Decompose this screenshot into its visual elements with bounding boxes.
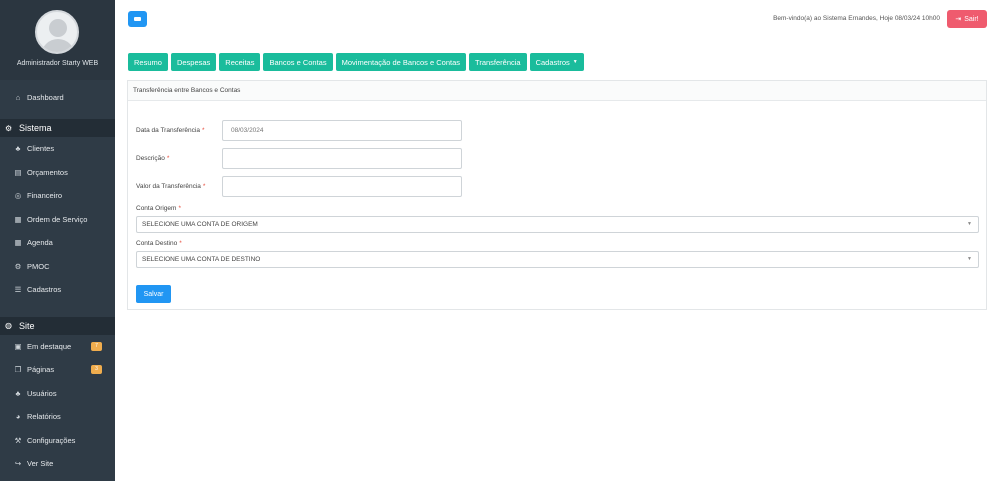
sidebar-item-ver-site[interactable]: ↪ Ver Site	[0, 452, 115, 476]
tab-label: Cadastros	[535, 57, 570, 67]
sidebar-item-label: Em destaque	[27, 341, 72, 351]
home-icon: ⌂	[15, 92, 21, 102]
date-label: Data da Transferência *	[136, 127, 205, 134]
section-title: Site	[19, 320, 35, 331]
sidebar-item-label: Usuários	[27, 388, 57, 398]
sidebar-item-label: Orçamentos	[27, 167, 68, 177]
value-field[interactable]	[222, 176, 462, 197]
sidebar-item-financeiro[interactable]: ◎ Financeiro	[0, 184, 115, 208]
tab-cadastros[interactable]: Cadastros ▼	[529, 53, 584, 71]
sidebar-item-label: Clientes	[27, 144, 55, 154]
sidebar-item-label: Financeiro	[27, 191, 63, 201]
tab-bancos-e-contas[interactable]: Bancos e Contas	[263, 53, 333, 71]
profile-block: Administrador Starty WEB	[0, 0, 115, 80]
calendar-icon: ▦	[14, 238, 22, 248]
exit-icon: ⇥	[955, 16, 962, 23]
dest-label: Conta Destino *	[136, 240, 182, 247]
sidebar-item-label: Ordem de Serviço	[27, 214, 88, 224]
description-row: Descrição *	[136, 148, 462, 169]
count-badge: 7	[91, 341, 102, 351]
sidebar-item-clientes[interactable]: ♣ Clientes	[0, 137, 115, 161]
sidebar-item-label: Agenda	[27, 238, 53, 248]
logout-label: Sair!	[964, 15, 979, 23]
users-icon: ♣	[15, 388, 21, 398]
sidebar-item-label: Ver Site	[27, 459, 54, 469]
gear-icon: ⚙	[14, 261, 22, 271]
avatar[interactable]	[35, 10, 79, 54]
save-button[interactable]: Salvar	[136, 285, 171, 303]
sidebar-item-dashboard[interactable]: ⌂ Dashboard	[0, 87, 115, 107]
globe-icon: ◍	[5, 321, 12, 330]
sidebar-item-configuracoes[interactable]: ⚒ Configurações	[0, 429, 115, 453]
sidebar-item-paginas[interactable]: ❐ Páginas 3	[0, 358, 115, 382]
sidebar-item-label: Cadastros	[27, 285, 62, 295]
sidebar-item-label: Páginas	[27, 365, 55, 375]
dest-account-select[interactable]: SELECIONE UMA CONTA DE DESTINO ▼	[136, 251, 979, 268]
sidebar-item-usuarios[interactable]: ♣ Usuários	[0, 382, 115, 406]
select-value: SELECIONE UMA CONTA DE DESTINO	[142, 256, 261, 263]
value-row: Valor da Transferência *	[136, 176, 462, 197]
sidebar-item-relatorios[interactable]: ◕ Relatórios	[0, 405, 115, 429]
date-field[interactable]: 08/03/2024	[222, 120, 462, 141]
sidebar-item-pmoc[interactable]: ⚙ PMOC	[0, 255, 115, 279]
menu-toggle-button[interactable]	[128, 11, 147, 27]
section-title: Sistema	[19, 123, 52, 133]
date-row: Data da Transferência * 08/03/2024	[136, 120, 462, 141]
document-icon: ▤	[14, 167, 22, 177]
transfer-panel: Transferência entre Bancos e Contas Data…	[127, 80, 987, 310]
share-icon: ↪	[14, 459, 22, 469]
description-field[interactable]	[222, 148, 462, 169]
section-site: ◍ Site	[0, 316, 115, 335]
sidebar-item-ordem-de-servico[interactable]: ▦ Ordem de Serviço	[0, 208, 115, 232]
user-name: Administrador Starty WEB	[16, 60, 99, 67]
sidebar-item-label: Relatórios	[27, 412, 61, 422]
sidebar-item-em-destaque[interactable]: ▣ Em destaque 7	[0, 335, 115, 359]
welcome-text: Bem-vindo(a) ao Sistema Ernandes, Hoje 0…	[773, 15, 940, 22]
users-icon: ♣	[15, 144, 21, 154]
sidebar-item-agenda[interactable]: ▦ Agenda	[0, 231, 115, 255]
tab-despesas[interactable]: Despesas	[170, 53, 217, 71]
tab-receitas[interactable]: Receitas	[219, 53, 261, 71]
sidebar-item-cadastros[interactable]: ☰ Cadastros	[0, 278, 115, 302]
sidebar: Administrador Starty WEB ⌂ Dashboard ⚙ S…	[0, 0, 115, 481]
origin-label: Conta Origem *	[136, 205, 181, 212]
pie-chart-icon: ◕	[15, 412, 21, 422]
tab-movimentacao[interactable]: Movimentação de Bancos e Contas	[335, 53, 467, 71]
gear-icon: ⚙	[5, 123, 13, 133]
section-sistema: ⚙ Sistema	[0, 119, 115, 137]
money-icon: ◎	[14, 191, 22, 201]
image-icon: ▣	[14, 341, 22, 351]
count-badge: 3	[91, 365, 102, 375]
chevron-down-icon: ▼	[967, 256, 972, 262]
logout-button[interactable]: ⇥ Sair!	[947, 10, 987, 28]
panel-title: Transferência entre Bancos e Contas	[128, 81, 986, 101]
chevron-down-icon: ▼	[967, 221, 972, 227]
pages-icon: ❐	[14, 365, 22, 375]
origin-account-select[interactable]: SELECIONE UMA CONTA DE ORIGEM ▼	[136, 216, 979, 233]
select-value: SELECIONE UMA CONTA DE ORIGEM	[142, 221, 258, 228]
description-label: Descrição *	[136, 155, 170, 162]
sidebar-item-label: Dashboard	[27, 92, 64, 102]
sidebar-item-orcamentos[interactable]: ▤ Orçamentos	[0, 161, 115, 185]
list-bullets-icon: ☰	[14, 285, 22, 295]
sidebar-item-label: Configurações	[27, 435, 76, 445]
tab-resumo[interactable]: Resumo	[128, 53, 168, 71]
list-icon: ▦	[14, 214, 22, 224]
caret-down-icon: ▼	[572, 59, 578, 65]
sidebar-item-label: PMOC	[27, 261, 50, 271]
tab-transferencia[interactable]: Transferência	[469, 53, 527, 71]
value-label: Valor da Transferência *	[136, 183, 206, 190]
wrench-icon: ⚒	[14, 435, 22, 445]
finance-tabs: Resumo Despesas Receitas Bancos e Contas…	[128, 53, 584, 71]
